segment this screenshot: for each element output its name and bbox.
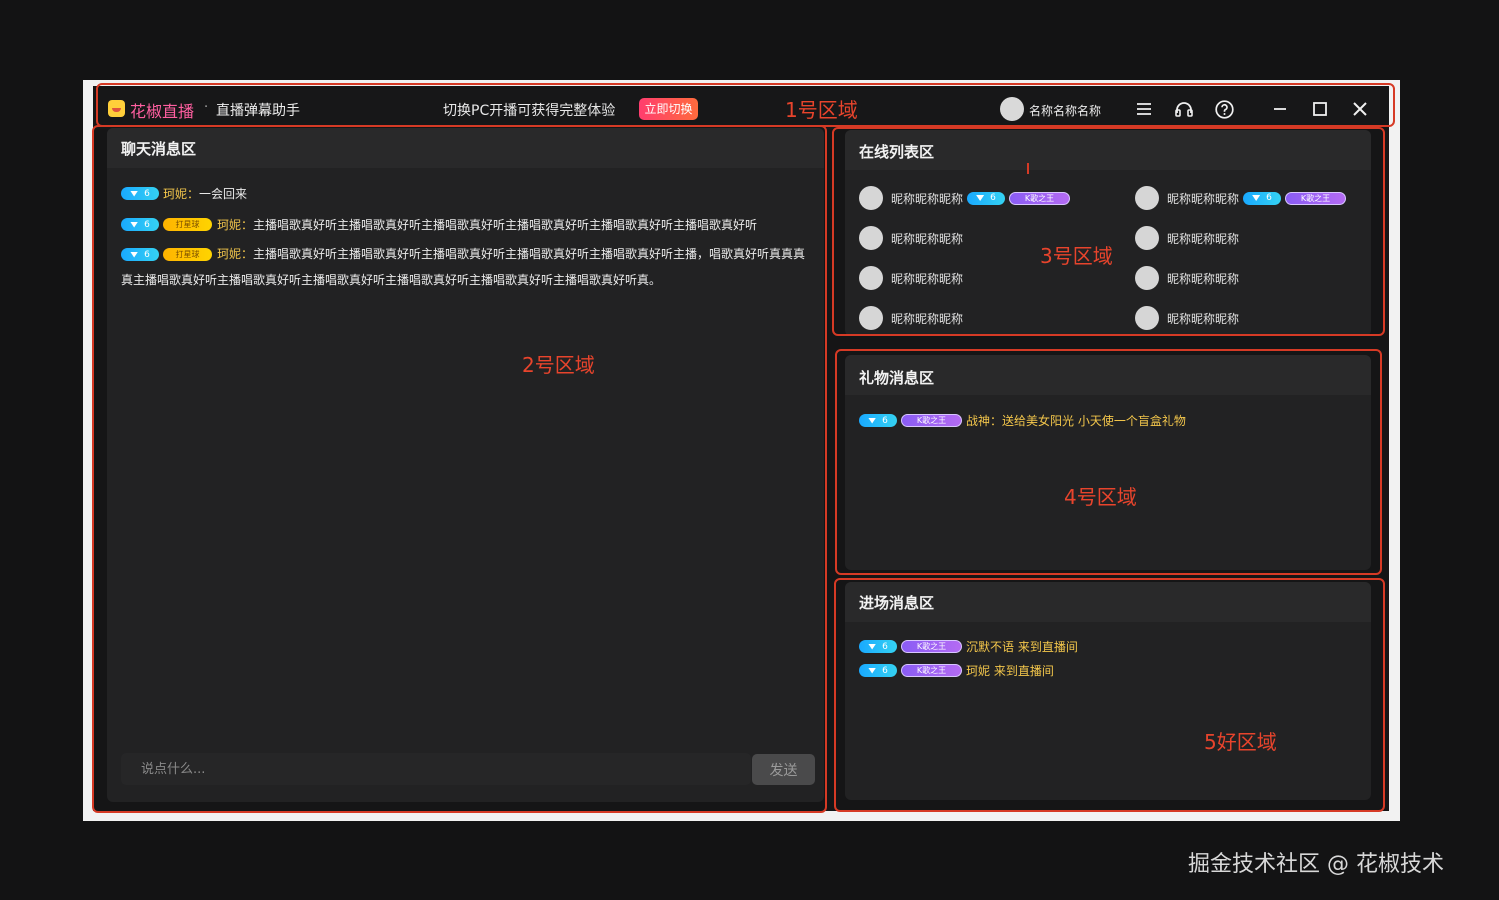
zone3-label: 3号区域: [1040, 244, 1113, 268]
zone1-label: 1号区域: [785, 98, 858, 122]
zone5-outline: [834, 578, 1385, 812]
zone1-outline: [96, 83, 1395, 127]
zone2-label: 2号区域: [522, 353, 595, 377]
zone2-outline: [92, 125, 827, 813]
zone4-label: 4号区域: [1064, 485, 1137, 509]
zone3-outline: [832, 127, 1385, 336]
zone4-outline: [835, 349, 1382, 575]
text-cursor-mark: [1027, 163, 1029, 174]
zone5-label: 5好区域: [1204, 730, 1277, 754]
watermark: 掘金技术社区 @ 花椒技术: [1188, 852, 1444, 877]
